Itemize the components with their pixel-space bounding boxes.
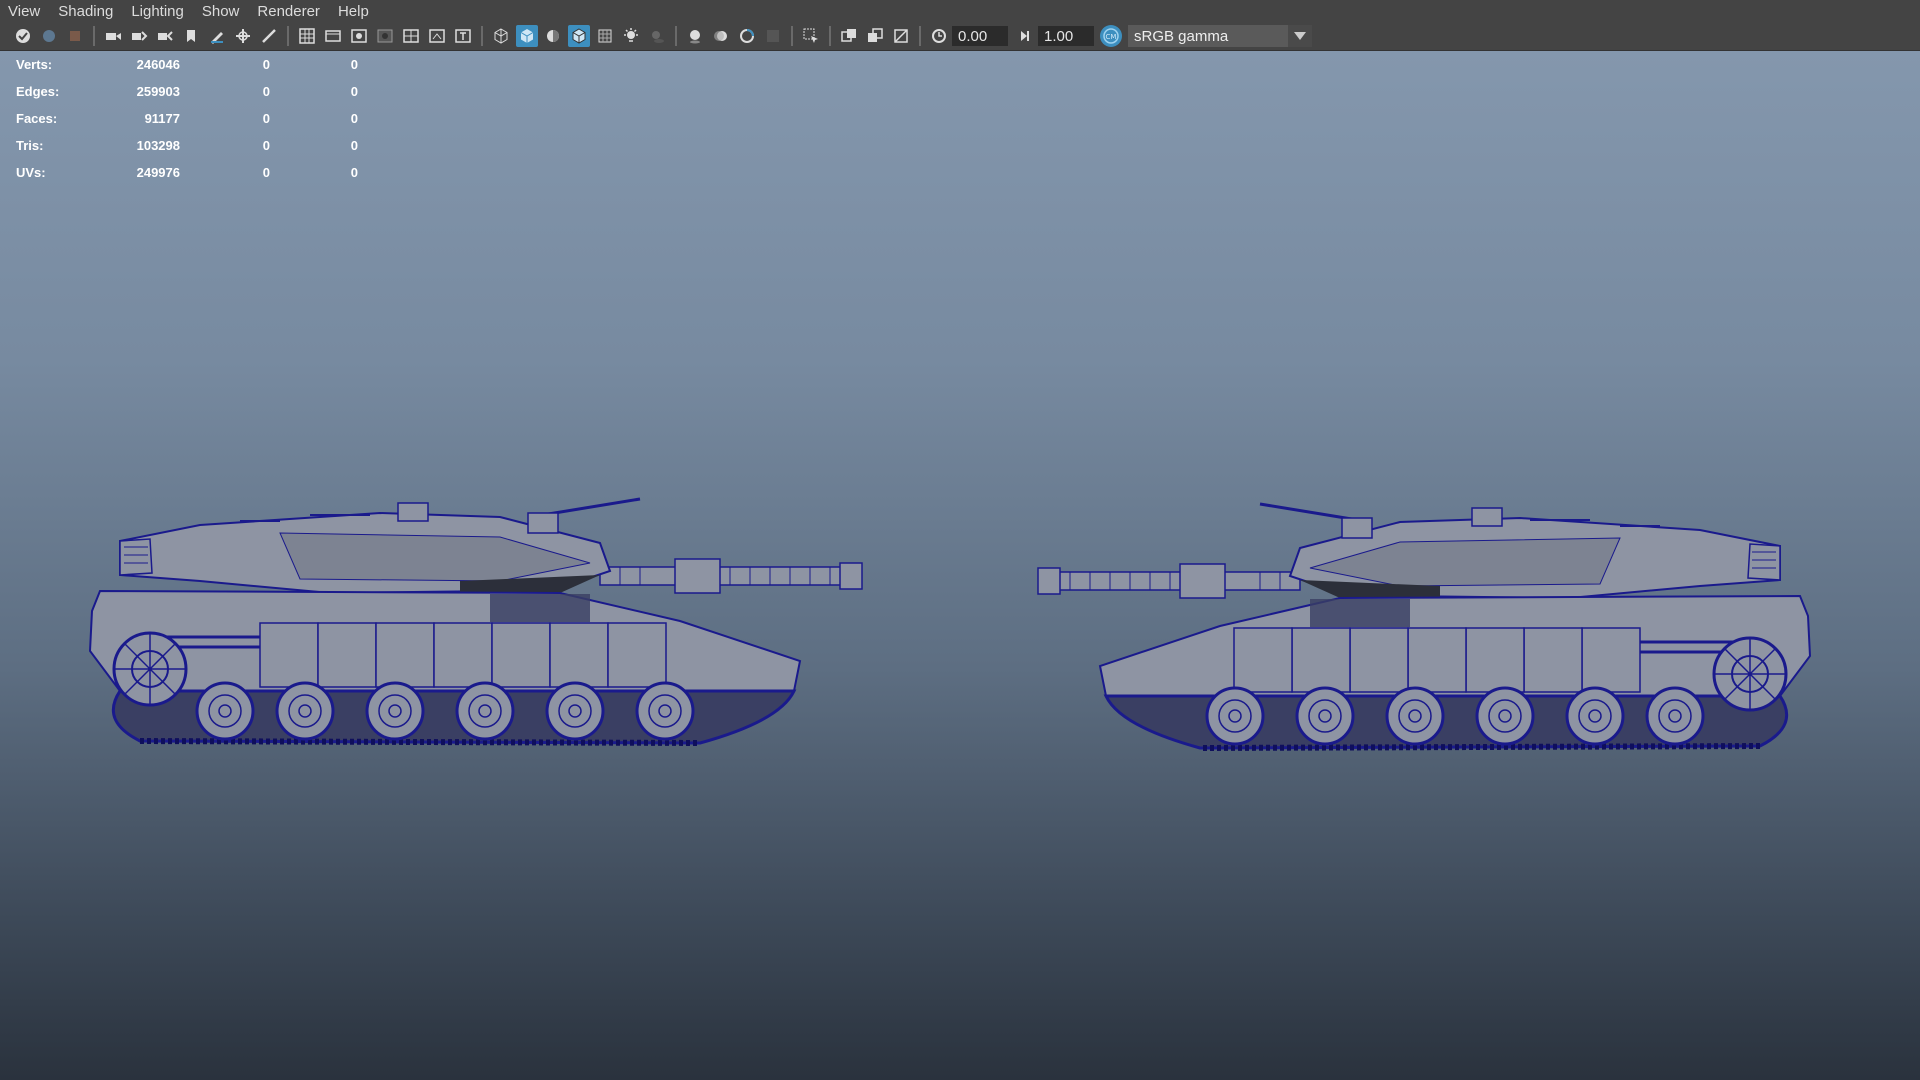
menu-show[interactable]: Show <box>194 3 250 20</box>
hud-value: 91177 <box>144 111 180 126</box>
grid-icon[interactable] <box>296 25 318 47</box>
motion-blur-icon[interactable] <box>710 25 732 47</box>
xray-active-components-icon[interactable] <box>864 25 886 47</box>
hud-row-edges: Edges: 259903 0 0 <box>16 78 358 105</box>
menu-view[interactable]: View <box>0 3 50 20</box>
resolution-gate-icon[interactable] <box>348 25 370 47</box>
isolate-select-icon[interactable] <box>800 25 822 47</box>
select-camera-icon[interactable] <box>12 25 34 47</box>
camera-attributes-icon[interactable] <box>38 25 60 47</box>
hud-selected-value: 0 <box>262 84 270 99</box>
chevron-down-icon[interactable] <box>1288 25 1312 47</box>
xray-icon[interactable] <box>594 25 616 47</box>
smooth-shade-icon[interactable] <box>516 25 538 47</box>
poly-count-hud: Verts: 246046 0 0 Edges: 259903 0 0 Face… <box>16 51 358 186</box>
field-chart-icon[interactable] <box>400 25 422 47</box>
backface-culling-icon[interactable] <box>890 25 912 47</box>
camera-dolly-icon[interactable] <box>128 25 150 47</box>
hud-selected-value: 0 <box>350 138 358 153</box>
menu-shading[interactable]: Shading <box>50 3 123 20</box>
image-plane-icon[interactable] <box>102 25 124 47</box>
svg-text:CM: CM <box>1106 33 1117 41</box>
hud-row-faces: Faces: 91177 0 0 <box>16 105 358 132</box>
toolbar-separator <box>675 26 677 46</box>
hud-label: UVs: <box>16 165 46 180</box>
hud-selected-value: 0 <box>350 57 358 72</box>
menu-help[interactable]: Help <box>330 3 379 20</box>
toolbar-separator <box>93 26 95 46</box>
hud-selected-value: 0 <box>350 84 358 99</box>
color-space-dropdown[interactable]: sRGB gamma <box>1128 25 1312 47</box>
hud-row-verts: Verts: 246046 0 0 <box>16 51 358 78</box>
hud-label: Verts: <box>16 57 53 72</box>
hud-row-tris: Tris: 103298 0 0 <box>16 132 358 159</box>
shadows-icon[interactable] <box>646 25 668 47</box>
toolbar-separator <box>919 26 921 46</box>
exposure-field[interactable]: 0.00 <box>952 26 1008 46</box>
hud-selected-value: 0 <box>262 138 270 153</box>
gate-mask-icon[interactable] <box>374 25 396 47</box>
color-space-value: sRGB gamma <box>1134 27 1229 45</box>
wireframe-on-shaded-icon[interactable] <box>568 25 590 47</box>
exposure-icon[interactable] <box>928 25 950 47</box>
toolbar-separator <box>829 26 831 46</box>
hud-selected-value: 0 <box>350 111 358 126</box>
hud-selected-value: 0 <box>262 57 270 72</box>
toolbar-separator <box>481 26 483 46</box>
3d-viewport[interactable]: Verts: 246046 0 0 Edges: 259903 0 0 Face… <box>0 51 1920 1080</box>
hud-selected-value: 0 <box>350 165 358 180</box>
use-all-lights-icon[interactable] <box>620 25 642 47</box>
2d-pan-zoom-icon[interactable] <box>232 25 254 47</box>
xray-joints-icon[interactable] <box>838 25 860 47</box>
gamma-icon[interactable] <box>1014 25 1036 47</box>
toolbar-separator <box>791 26 793 46</box>
grease-pencil-icon[interactable] <box>206 25 228 47</box>
hud-selected-value: 0 <box>262 111 270 126</box>
hud-value: 246046 <box>136 57 180 72</box>
toolbar-separator <box>287 26 289 46</box>
hud-value: 259903 <box>136 84 180 99</box>
wireframe-icon[interactable] <box>490 25 512 47</box>
color-management-icon[interactable]: CM <box>1100 25 1122 47</box>
menu-bar: View Shading Lighting Show Renderer Help <box>0 0 1920 22</box>
antialiasing-icon[interactable] <box>736 25 758 47</box>
screen-space-ao-icon[interactable] <box>684 25 706 47</box>
hud-selected-value: 0 <box>262 165 270 180</box>
default-material-icon[interactable] <box>542 25 564 47</box>
safe-action-icon[interactable] <box>426 25 448 47</box>
camera-track-icon[interactable] <box>154 25 176 47</box>
tank-model-right[interactable] <box>1030 456 1820 766</box>
depth-of-field-icon[interactable] <box>762 25 784 47</box>
hud-value: 103298 <box>136 138 180 153</box>
hud-label: Faces: <box>16 111 58 126</box>
paint-icon[interactable] <box>258 25 280 47</box>
gamma-field[interactable]: 1.00 <box>1038 26 1094 46</box>
panel-toolbar: 0.00 1.00 CM sRGB gamma <box>0 22 1920 51</box>
bookmark-flag-icon[interactable] <box>180 25 202 47</box>
tank-model-left[interactable] <box>80 451 870 761</box>
safe-title-icon[interactable] <box>452 25 474 47</box>
menu-renderer[interactable]: Renderer <box>249 3 330 20</box>
hud-value: 249976 <box>136 165 180 180</box>
hud-row-uvs: UVs: 249976 0 0 <box>16 159 358 186</box>
bookmark-icon[interactable] <box>64 25 86 47</box>
hud-label: Tris: <box>16 138 44 153</box>
film-gate-icon[interactable] <box>322 25 344 47</box>
menu-lighting[interactable]: Lighting <box>123 3 194 20</box>
hud-label: Edges: <box>16 84 60 99</box>
